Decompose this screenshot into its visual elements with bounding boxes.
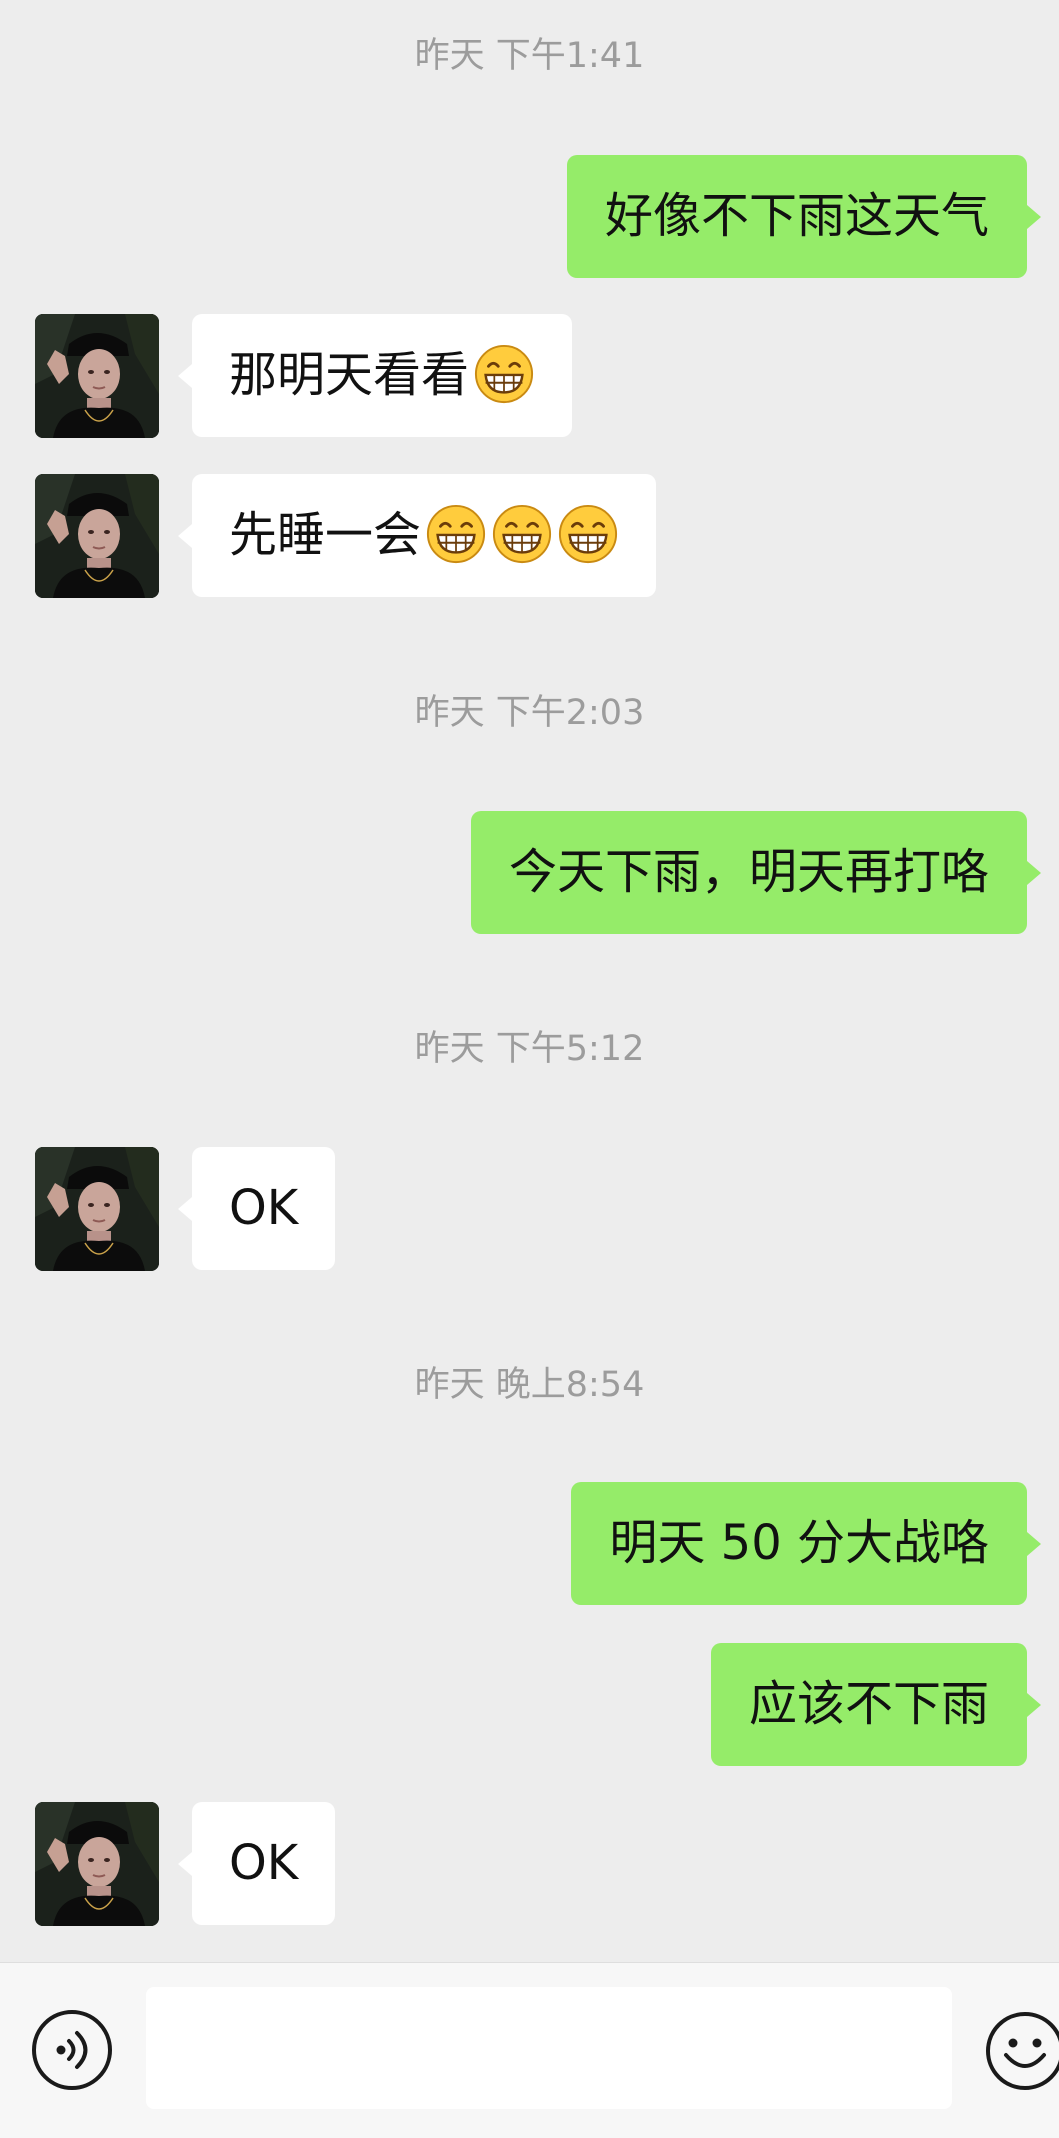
timestamp: 昨天 晚上8:54	[414, 1365, 645, 1405]
message-text: 那明天看看	[229, 347, 470, 403]
message-outgoing[interactable]: 应该不下雨	[710, 1643, 1042, 1766]
message-text: 好像不下雨这天气	[604, 188, 989, 244]
grinning-face-emoji	[474, 344, 534, 404]
message-input[interactable]	[146, 1987, 952, 2109]
message-incoming[interactable]: OK	[177, 1147, 336, 1270]
message-incoming[interactable]: OK	[177, 1802, 336, 1925]
avatar[interactable]	[35, 1147, 159, 1271]
timestamp: 昨天 下午2:03	[414, 693, 645, 733]
message-outgoing[interactable]: 好像不下雨这天气	[566, 155, 1042, 278]
avatar[interactable]	[35, 474, 159, 598]
message-outgoing[interactable]: 今天下雨，明天再打咯	[470, 811, 1042, 934]
message-text: 先睡一会	[229, 507, 422, 563]
grinning-face-emoji	[558, 504, 618, 564]
input-bar	[0, 1962, 1059, 2138]
avatar-image	[35, 474, 159, 598]
grinning-face-emoji	[492, 504, 552, 564]
voice-icon	[56, 2031, 88, 2069]
timestamp: 昨天 下午1:41	[414, 36, 645, 76]
message-incoming[interactable]: 那明天看看	[177, 314, 573, 437]
avatar-image	[35, 314, 159, 438]
avatar-image	[35, 1802, 159, 1926]
emoji-icon[interactable]	[984, 2010, 1059, 2092]
avatar-image	[35, 1147, 159, 1271]
chat-area: 昨天 下午1:41 好像不下雨这天气 那明天看看 先睡一会 昨天 下午2:03 …	[0, 0, 1059, 1962]
message-incoming[interactable]: 先睡一会	[177, 474, 657, 597]
voice-button[interactable]	[32, 2010, 112, 2090]
message-outgoing[interactable]: 明天 50 分大战咯	[571, 1482, 1041, 1605]
grinning-face-emoji	[426, 504, 486, 564]
avatar[interactable]	[35, 314, 159, 438]
timestamp: 昨天 下午5:12	[414, 1029, 645, 1069]
message-text: 应该不下雨	[748, 1676, 989, 1732]
message-text: OK	[229, 1180, 299, 1236]
avatar[interactable]	[35, 1802, 159, 1926]
message-text: 今天下雨，明天再打咯	[508, 844, 989, 900]
message-text: 明天 50 分大战咯	[609, 1515, 989, 1571]
message-text: OK	[229, 1835, 299, 1891]
